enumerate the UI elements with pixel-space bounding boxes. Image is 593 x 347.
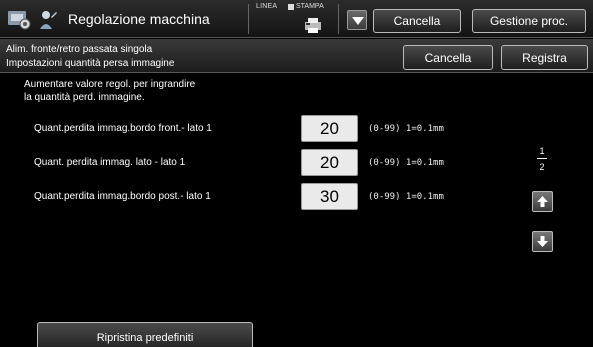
setting-label: Quant.perdita immag.bordo post.- lato 1 [34, 191, 211, 202]
value-input-front-edge[interactable]: 20 [301, 115, 358, 142]
print-status: STAMPA [288, 3, 324, 10]
range-hint: (0-99) 1=0.1mm [368, 158, 444, 168]
breadcrumb-mode: Alim. fronte/retro passata singola [6, 44, 153, 55]
range-hint: (0-99) 1=0.1mm [368, 192, 444, 202]
divider [248, 4, 249, 34]
save-button[interactable]: Registra [501, 45, 588, 70]
print-indicator-icon [288, 3, 294, 10]
divider [338, 4, 339, 34]
reset-defaults-button[interactable]: Ripristina predefiniti [37, 322, 253, 347]
procedures-button[interactable]: Gestione proc. [472, 9, 586, 33]
arrow-down-icon [537, 236, 548, 247]
printer-icon [305, 18, 321, 33]
value-input-rear-edge[interactable]: 30 [301, 183, 358, 210]
value-input-side-edge[interactable]: 20 [301, 149, 358, 176]
page-divider [537, 158, 547, 159]
scroll-down-button[interactable] [532, 231, 553, 252]
line-label: LINEA [256, 3, 278, 10]
print-label: STAMPA [296, 3, 324, 10]
page-total: 2 [539, 162, 545, 172]
setting-label: Quant.perdita immag.bordo front.- lato 1 [34, 123, 212, 134]
app-title: Regolazione macchina [68, 11, 210, 27]
instruction-text: Aumentare valore regol. per ingrandire [24, 79, 196, 90]
dropdown-arrow-icon[interactable] [347, 10, 367, 30]
arrow-up-icon [537, 196, 548, 207]
user-tool-icon[interactable] [38, 9, 58, 31]
breadcrumb-setting: Impostazioni quantità persa immagine [6, 58, 175, 69]
instruction-text: la quantità perd. immagine. [24, 92, 145, 103]
cancel-button[interactable]: Cancella [403, 45, 493, 70]
main-panel [0, 74, 593, 347]
scroll-up-button[interactable] [532, 191, 553, 212]
setting-label: Quant. perdita immag. lato - lato 1 [34, 157, 186, 168]
top-bar: Regolazione macchina LINEA STAMPA Cancel… [0, 0, 593, 38]
machine-settings-icon[interactable] [6, 7, 32, 31]
header-cancel-button[interactable]: Cancella [373, 9, 461, 33]
range-hint: (0-99) 1=0.1mm [368, 124, 444, 134]
page-current: 1 [539, 146, 545, 156]
